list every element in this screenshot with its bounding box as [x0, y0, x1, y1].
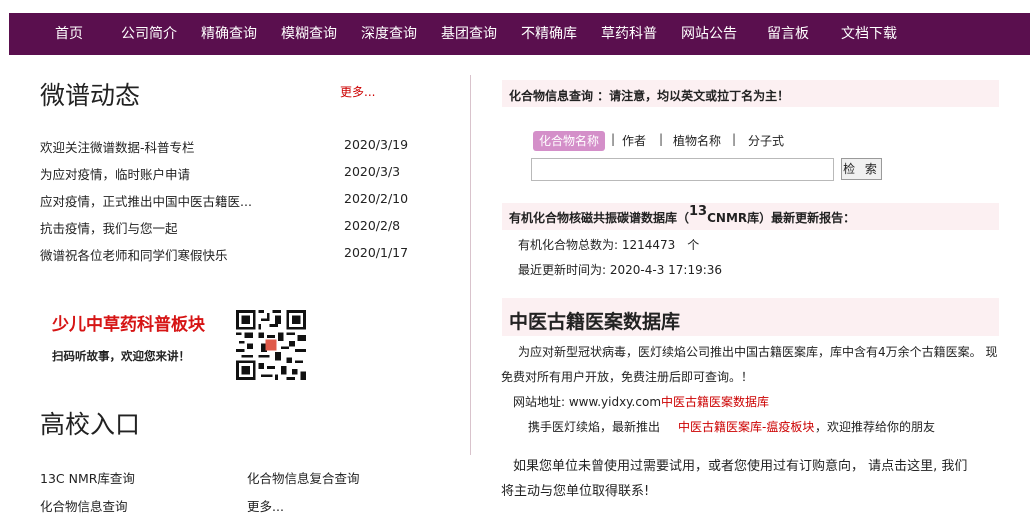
- nmr-report-title-post: CNMR库）最新更新报告：: [707, 211, 856, 225]
- compound-total-count: 有机化合物总数为: 1214473 个: [518, 238, 700, 252]
- compound-query-title: 化合物信息查询 ：请注意，均以英文或拉丁名为主！: [509, 89, 790, 103]
- tcm-promo-prefix: 携手医灯续焰，最新推出: [528, 420, 661, 434]
- tcm-site-label: 网站地址: www.yidxy.com: [513, 395, 662, 409]
- uni-link-compound-info[interactable]: 化合物信息查询: [40, 496, 128, 515]
- nav-item-document-download[interactable]: 文档下载: [841, 13, 897, 55]
- news-heading: 微谱动态: [40, 81, 141, 110]
- university-heading: 高校入口: [40, 410, 141, 439]
- kids-herb-promo-title[interactable]: 少儿中草药科普板块: [52, 310, 205, 335]
- tab-compound-name[interactable]: 化合物名称: [533, 131, 605, 151]
- nav-item-herb-science[interactable]: 草药科普: [601, 13, 657, 55]
- tcm-database-title: 中医古籍医案数据库: [509, 311, 681, 333]
- nmr-report-title-sup: 13: [689, 204, 708, 219]
- uni-link-compound-complex[interactable]: 化合物信息复合查询: [247, 468, 360, 487]
- tcm-description-line2: 免费对所有用户开放，免费注册后即可查询。！: [501, 370, 754, 384]
- nav-item-inexact-db[interactable]: 不精确库: [521, 13, 577, 55]
- tab-separator: |: [659, 132, 664, 146]
- tab-molecular-formula[interactable]: 分子式: [748, 132, 784, 149]
- tcm-description: 为应对新型冠状病毒，医灯续焰公司推出中国古籍医案库，库中含有4万余个古籍医案。 …: [518, 345, 998, 359]
- top-navbar: 首页 公司简介 精确查询 模糊查询 深度查询 基团查询 不精确库 草药科普 网站…: [9, 13, 1030, 55]
- kids-herb-promo-subtitle: 扫码听故事，欢迎您来讲！: [52, 349, 190, 363]
- tab-plant-name[interactable]: 植物名称: [673, 132, 721, 149]
- uni-link-13c-nmr[interactable]: 13C NMR库查询: [40, 468, 135, 487]
- nmr-report-title: 有机化合物核磁共振碳谱数据库（13CNMR库）最新更新报告：: [509, 204, 856, 226]
- news-item-date: 2020/2/10: [344, 191, 409, 206]
- nav-item-about[interactable]: 公司简介: [121, 13, 177, 55]
- tcm-site-link[interactable]: 中医古籍医案数据库: [661, 393, 769, 410]
- tab-separator: |: [732, 132, 737, 146]
- news-item-title[interactable]: 欢迎关注微谱数据-科普专栏: [40, 137, 195, 156]
- compound-search-input[interactable]: [531, 158, 834, 181]
- contact-text[interactable]: 如果您单位未曾使用过需要试用，或者您使用过有订购意向， 请点击这里, 我们: [513, 455, 967, 474]
- news-item-title[interactable]: 抗击疫情，我们与您一起: [40, 218, 178, 237]
- news-more-link[interactable]: 更多...: [340, 83, 375, 100]
- nav-item-fuzzy-search[interactable]: 模糊查询: [281, 13, 337, 55]
- news-item-title[interactable]: 为应对疫情，临时账户申请: [40, 164, 190, 183]
- news-item-date: 2020/3/3: [344, 164, 401, 179]
- contact-text-line2: 将主动与您单位取得联系!: [501, 484, 650, 499]
- uni-link-more[interactable]: 更多...: [247, 496, 284, 515]
- news-item-date: 2020/3/19: [344, 137, 409, 152]
- news-item-title[interactable]: 应对疫情，正式推出中国中医古籍医...: [40, 191, 252, 210]
- nav-item-exact-search[interactable]: 精确查询: [201, 13, 257, 55]
- news-item-title[interactable]: 微谱祝各位老师和同学们寒假快乐: [40, 245, 228, 264]
- last-update-time: 最近更新时间为: 2020-4-3 17:19:36: [518, 263, 723, 277]
- tcm-promo-suffix: ，欢迎推荐给你的朋友: [815, 420, 936, 434]
- tcm-plague-section-link[interactable]: 中医古籍医案库-瘟疫板块: [678, 418, 814, 435]
- nav-item-announcements[interactable]: 网站公告: [681, 13, 737, 55]
- nav-item-deep-search[interactable]: 深度查询: [361, 13, 417, 55]
- tab-separator: |: [611, 132, 616, 146]
- column-divider: [470, 75, 471, 455]
- qr-code-icon: [236, 310, 306, 380]
- news-item-date: 2020/2/8: [344, 218, 401, 233]
- search-button[interactable]: 检 索: [841, 158, 882, 180]
- nav-item-home[interactable]: 首页: [55, 13, 83, 55]
- nav-item-group-search[interactable]: 基团查询: [441, 13, 497, 55]
- tab-author[interactable]: 作者: [622, 132, 646, 149]
- nav-item-message-board[interactable]: 留言板: [767, 13, 809, 55]
- nmr-report-title-pre: 有机化合物核磁共振碳谱数据库（: [509, 211, 690, 225]
- news-item-date: 2020/1/17: [344, 245, 409, 260]
